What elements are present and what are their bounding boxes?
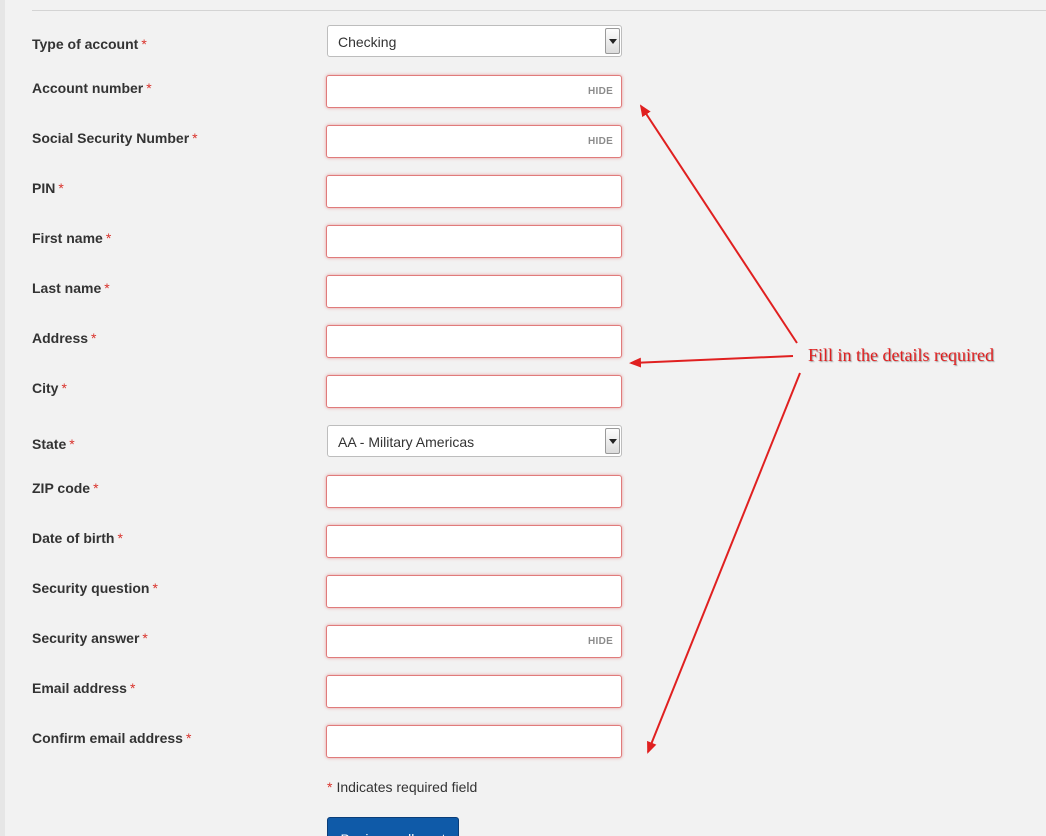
annotation-arrows [629,104,801,754]
enrollment-page: Type of account * Checking Account number… [0,0,1046,836]
arrow-to-account-number [639,104,798,344]
arrow-to-address [629,355,794,368]
annotation-callout: Fill in the details required [808,345,994,365]
arrow-to-confirm-email [647,372,801,754]
